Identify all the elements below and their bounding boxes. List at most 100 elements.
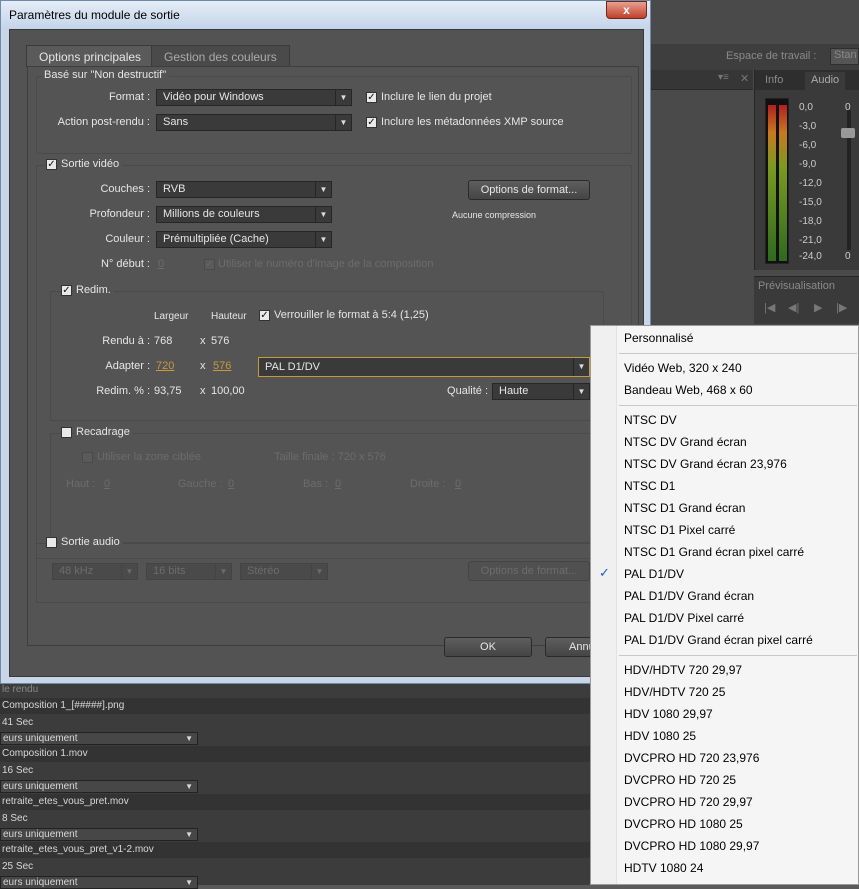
tab-main-options[interactable]: Options principales [26, 45, 155, 67]
crop-right-field[interactable]: 0 [455, 478, 461, 490]
channels-select[interactable]: RVB ▼ [156, 181, 332, 198]
first-frame-icon[interactable]: |◀ [764, 301, 775, 314]
render-item-select[interactable]: eurs uniquement ▼ [0, 732, 198, 745]
menu-item[interactable]: HDV 1080 25 [624, 727, 696, 745]
resize-preset-select[interactable]: PAL D1/DV ▼ [258, 357, 590, 377]
audio-output-checkbox[interactable] [46, 537, 57, 548]
menu-item[interactable]: NTSC DV [624, 411, 677, 429]
tab-audio[interactable]: Audio [805, 72, 846, 90]
menu-item[interactable]: NTSC DV Grand écran [624, 433, 747, 451]
quality-select[interactable]: Haute ▼ [492, 383, 590, 400]
use-comp-frame-checkbox[interactable]: ✓ [204, 259, 215, 270]
audio-output-legend: Sortie audio [58, 536, 123, 548]
chevron-down-icon: ▼ [335, 90, 351, 105]
crop-top-label: Haut : [66, 478, 96, 490]
menu-item[interactable]: NTSC D1 [624, 477, 675, 495]
render-item-select[interactable]: eurs uniquement ▼ [0, 876, 198, 889]
menu-item[interactable]: NTSC D1 Pixel carré [624, 521, 735, 539]
menu-item[interactable]: PAL D1/DV Pixel carré [624, 609, 744, 627]
menu-separator [619, 353, 857, 354]
meter-label: -9,0 [799, 159, 817, 170]
dialog-titlebar[interactable]: Paramètres du module de sortie x [1, 1, 650, 29]
menu-item[interactable]: HDV/HDTV 720 29,97 [624, 661, 742, 679]
crop-legend: Recadrage [73, 426, 133, 438]
based-on-legend: Basé sur "Non destructif" [41, 69, 170, 81]
tab-color-management[interactable]: Gestion des couleurs [151, 45, 290, 66]
audio-level-slider-thumb[interactable] [841, 128, 855, 138]
times-sign: x [200, 335, 206, 347]
audio-bits-select[interactable]: 16 bits ▼ [146, 563, 232, 580]
menu-item[interactable]: DVCPRO HD 1080 25 [624, 815, 743, 833]
include-project-link-checkbox[interactable]: ✓ [366, 92, 377, 103]
resize-preset-menu: ✓ Personnalisé Vidéo Web, 320 x 240 Band… [590, 325, 859, 885]
menu-item[interactable]: PAL D1/DV Grand écran [624, 587, 754, 605]
prev-frame-icon[interactable]: ◀| [788, 301, 799, 314]
next-frame-icon[interactable]: |▶ [836, 301, 847, 314]
lock-ratio-checkbox[interactable]: ✓ [259, 310, 270, 321]
resize-checkbox[interactable]: ✓ [61, 285, 72, 296]
menu-item[interactable]: DVCPRO HD 720 25 [624, 771, 736, 789]
audio-format-options-button[interactable]: Options de format... [468, 561, 590, 581]
video-format-options-button[interactable]: Options de format... [468, 180, 590, 200]
meter-label: -3,0 [799, 121, 817, 132]
menu-item[interactable]: Vidéo Web, 320 x 240 [624, 359, 742, 377]
render-item-select[interactable]: eurs uniquement ▼ [0, 828, 198, 841]
render-at-label: Rendu à : [102, 335, 150, 347]
crop-left-field[interactable]: 0 [228, 478, 234, 490]
include-xmp-checkbox[interactable]: ✓ [366, 117, 377, 128]
menu-item[interactable]: NTSC D1 Grand écran pixel carré [624, 543, 804, 561]
render-item-file[interactable]: Composition 1_[#####].png [0, 698, 600, 714]
crop-top-field[interactable]: 0 [104, 478, 110, 490]
color-select[interactable]: Prémultipliée (Cache) ▼ [156, 231, 332, 248]
panel-menu-icon[interactable]: ▾≡ [718, 72, 729, 83]
include-project-link-label: Inclure le lien du projet [381, 91, 492, 103]
menu-item[interactable]: NTSC D1 Grand écran [624, 499, 745, 517]
panel-close-icon[interactable]: ✕ [740, 72, 749, 85]
adapt-height-field[interactable]: 576 [213, 360, 231, 372]
menu-item[interactable]: NTSC DV Grand écran 23,976 [624, 455, 787, 473]
audio-panel: Info Audio 0,0 -3,0 -6,0 -9,0 -12,0 -15,… [754, 70, 859, 270]
menu-item[interactable]: DVCPRO HD 720 23,976 [624, 749, 759, 767]
menu-item[interactable]: HDV 1080 29,97 [624, 705, 713, 723]
menu-separator [619, 405, 857, 406]
render-item-file[interactable]: retraite_etes_vous_pret_v1-2.mov [0, 842, 600, 858]
close-button[interactable]: x [606, 1, 647, 19]
crop-right-label: Droite : [410, 478, 446, 490]
audio-channels-select[interactable]: Stéréo ▼ [240, 563, 328, 580]
render-item-select[interactable]: eurs uniquement ▼ [0, 780, 198, 793]
audio-rate-select[interactable]: 48 kHz ▼ [52, 563, 138, 580]
quality-label: Qualité : [447, 385, 488, 397]
crop-bottom-field[interactable]: 0 [335, 478, 341, 490]
menu-item[interactable]: DVCPRO HD 1080 29,97 [624, 837, 759, 855]
menu-item[interactable]: PAL D1/DV Grand écran pixel carré [624, 631, 813, 649]
format-select[interactable]: Vidéo pour Windows ▼ [156, 89, 352, 106]
meter-label: -21,0 [799, 235, 822, 246]
workspace-select[interactable]: Stan [830, 48, 859, 65]
play-icon[interactable]: ▶ [814, 301, 822, 314]
video-output-checkbox[interactable]: ✓ [46, 159, 57, 170]
ok-button[interactable]: OK [444, 637, 532, 657]
post-render-select[interactable]: Sans ▼ [156, 114, 352, 131]
render-height: 576 [211, 335, 230, 347]
start-number-value[interactable]: 0 [158, 258, 164, 270]
menu-item[interactable]: DVCPRO HD 720 29,97 [624, 793, 753, 811]
menu-item-selected[interactable]: PAL D1/DV [624, 565, 684, 583]
depth-select[interactable]: Millions de couleurs ▼ [156, 206, 332, 223]
menu-item[interactable]: Bandeau Web, 468 x 60 [624, 381, 753, 399]
render-item-file[interactable]: Composition 1.mov [0, 746, 600, 762]
adapt-width-field[interactable]: 720 [156, 360, 174, 372]
render-item-time: 8 Sec [2, 813, 28, 824]
dialog-title: Paramètres du module de sortie [9, 8, 180, 22]
render-item-time: 25 Sec [2, 861, 34, 872]
menu-item[interactable]: HDV/HDTV 720 25 [624, 683, 725, 701]
meter-right-channel [779, 105, 787, 261]
tab-info[interactable]: Info [759, 72, 789, 90]
render-item-file[interactable]: retraite_etes_vous_pret.mov [0, 794, 600, 810]
include-xmp-label: Inclure les métadonnées XMP source [381, 116, 564, 128]
crop-checkbox[interactable] [61, 427, 72, 438]
menu-item[interactable]: Personnalisé [624, 329, 693, 347]
audio-bits-value: 16 bits [153, 565, 186, 577]
chevron-down-icon: ▼ [315, 182, 331, 197]
menu-item[interactable]: HDTV 1080 24 [624, 859, 703, 877]
use-roi-checkbox[interactable] [82, 452, 93, 463]
